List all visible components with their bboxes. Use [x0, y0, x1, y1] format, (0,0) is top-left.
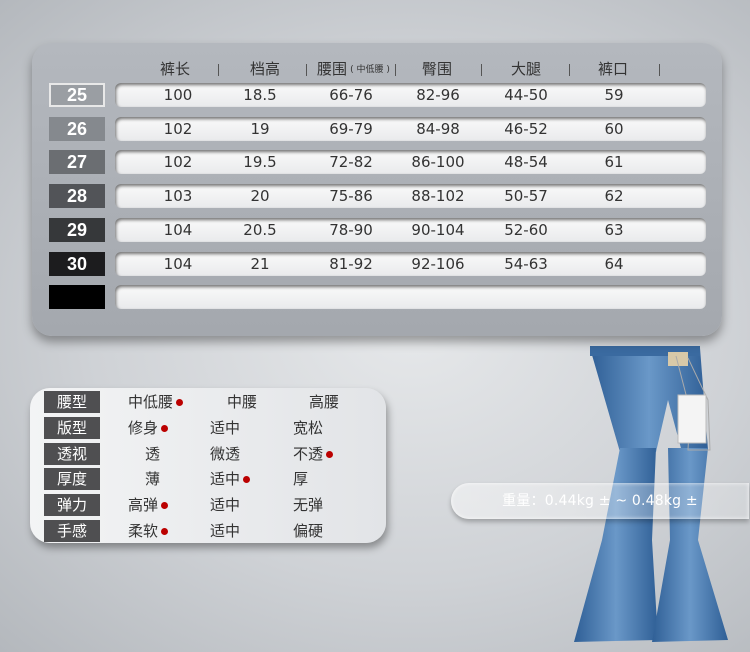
col-header-hem: 裤口: [597, 60, 628, 78]
size-label: 29: [49, 218, 105, 242]
size-cell: 19: [250, 120, 270, 138]
attribute-option: 偏硬: [293, 520, 323, 542]
attribute-option: 修身: [128, 417, 169, 439]
selected-dot-icon: [161, 528, 169, 535]
size-cell: 60: [604, 120, 624, 138]
attribute-option: 宽松: [293, 417, 323, 439]
attribute-label: 透视: [44, 442, 100, 465]
product-size-chart: 裤长 档高 腰围 ( 中低腰 ) 臀围 大腿 裤口 25 100 18.5 66-76…: [0, 0, 750, 652]
size-cell: 54-63: [504, 255, 548, 273]
size-cell: 92-106: [411, 255, 465, 273]
attribute-option: 中低腰: [128, 391, 184, 413]
size-cell: 19.5: [243, 153, 277, 171]
attribute-option-text: 透: [145, 444, 161, 463]
attribute-option-text: 微透: [210, 444, 241, 463]
header-divider: [481, 64, 482, 76]
selected-dot-icon: [243, 476, 251, 484]
attribute-option-text: 高弹: [128, 496, 159, 515]
size-cell: 75-86: [329, 187, 373, 205]
header-divider: [659, 64, 660, 76]
attribute-label: 厚度: [44, 468, 100, 491]
attribute-option: 适中: [210, 520, 240, 542]
attribute-option: 不透: [293, 443, 334, 465]
weight-info: 重量：0.44kg ± ~ 0.48kg ±: [451, 483, 749, 519]
attribute-option-text: 宽松: [293, 418, 324, 437]
header-divider: [569, 64, 570, 76]
attribute-option-text: 中低腰: [128, 393, 174, 411]
attribute-label: 手感: [44, 520, 100, 542]
attribute-option-text: 柔软: [128, 522, 159, 540]
attribute-option: 中腰: [227, 391, 257, 413]
attribute-option-text: 适中: [210, 418, 241, 437]
attribute-label: 腰型: [44, 391, 100, 413]
size-cell: 86-100: [411, 153, 465, 171]
attribute-option-text: 偏硬: [293, 522, 324, 540]
attribute-option: 厚: [293, 468, 308, 490]
size-cell: 59: [604, 86, 624, 104]
size-cell: 46-52: [504, 120, 548, 138]
col-header-length: 裤长: [159, 60, 190, 78]
size-cell: 90-104: [411, 221, 465, 239]
attribute-option: 适中: [210, 417, 240, 439]
attribute-option-text: 适中: [210, 522, 241, 540]
size-label: 30: [49, 252, 105, 276]
size-label: 26: [49, 117, 105, 141]
size-label: 27: [49, 150, 105, 174]
attribute-option-text: 适中: [210, 496, 241, 515]
attribute-option-text: 薄: [145, 470, 161, 489]
attribute-option: 透: [145, 443, 160, 465]
attribute-option: 无弹: [293, 494, 323, 516]
selected-dot-icon: [176, 399, 184, 406]
header-divider: [218, 64, 219, 76]
size-label: 28: [49, 184, 105, 208]
size-cell: 48-54: [504, 153, 548, 171]
selected-dot-icon: [161, 502, 169, 510]
size-cell: 81-92: [329, 255, 373, 273]
attribute-option-text: 不透: [293, 444, 324, 463]
size-label: 25: [49, 83, 105, 107]
size-cell: 50-57: [504, 187, 548, 205]
size-cell: 72-82: [329, 153, 373, 171]
size-cell: 52-60: [504, 221, 548, 239]
size-cell: 62: [604, 187, 624, 205]
size-row-bar-empty: [115, 285, 706, 309]
size-cell: 66-76: [329, 86, 373, 104]
size-cell: 82-96: [416, 86, 460, 104]
header-divider: [306, 64, 307, 76]
size-cell: 44-50: [504, 86, 548, 104]
size-cell: 88-102: [411, 187, 465, 205]
size-cell: 78-90: [329, 221, 373, 239]
selected-dot-icon: [326, 450, 334, 458]
size-cell: 18.5: [243, 86, 277, 104]
size-cell: 21: [250, 255, 270, 273]
attribute-option-text: 无弹: [293, 496, 324, 515]
size-cell: 20: [250, 187, 270, 205]
size-cell: 69-79: [329, 120, 373, 138]
attribute-option: 柔软: [128, 520, 169, 542]
size-table-header: 裤长 档高 腰围 ( 中低腰 ) 臀围 大腿 裤口: [0, 58, 750, 80]
size-cell: 64: [604, 255, 624, 273]
col-header-hip: 臀围: [421, 60, 452, 78]
attribute-option: 微透: [210, 443, 240, 465]
attribute-option-text: 高腰: [309, 393, 340, 411]
attribute-option-text: 修身: [128, 418, 159, 437]
attribute-option-text: 中腰: [227, 393, 258, 411]
attribute-option-text: 厚: [293, 470, 309, 489]
attribute-label: 版型: [44, 416, 100, 439]
attribute-option: 高腰: [309, 391, 339, 413]
attribute-option: 适中: [210, 494, 240, 516]
selected-dot-icon: [161, 424, 169, 432]
attribute-option: 适中: [210, 468, 251, 490]
header-divider: [395, 64, 396, 76]
size-cell: 61: [604, 153, 624, 171]
size-label-empty: [49, 285, 105, 309]
size-cell: 84-98: [416, 120, 460, 138]
attribute-option: 薄: [145, 468, 160, 490]
attribute-label: 弹力: [44, 494, 100, 517]
attribute-option-text: 适中: [210, 470, 241, 489]
attribute-option: 高弹: [128, 494, 169, 516]
col-header-thigh: 大腿: [510, 60, 541, 78]
size-cell: 63: [604, 221, 624, 239]
size-cell: 20.5: [243, 221, 277, 239]
